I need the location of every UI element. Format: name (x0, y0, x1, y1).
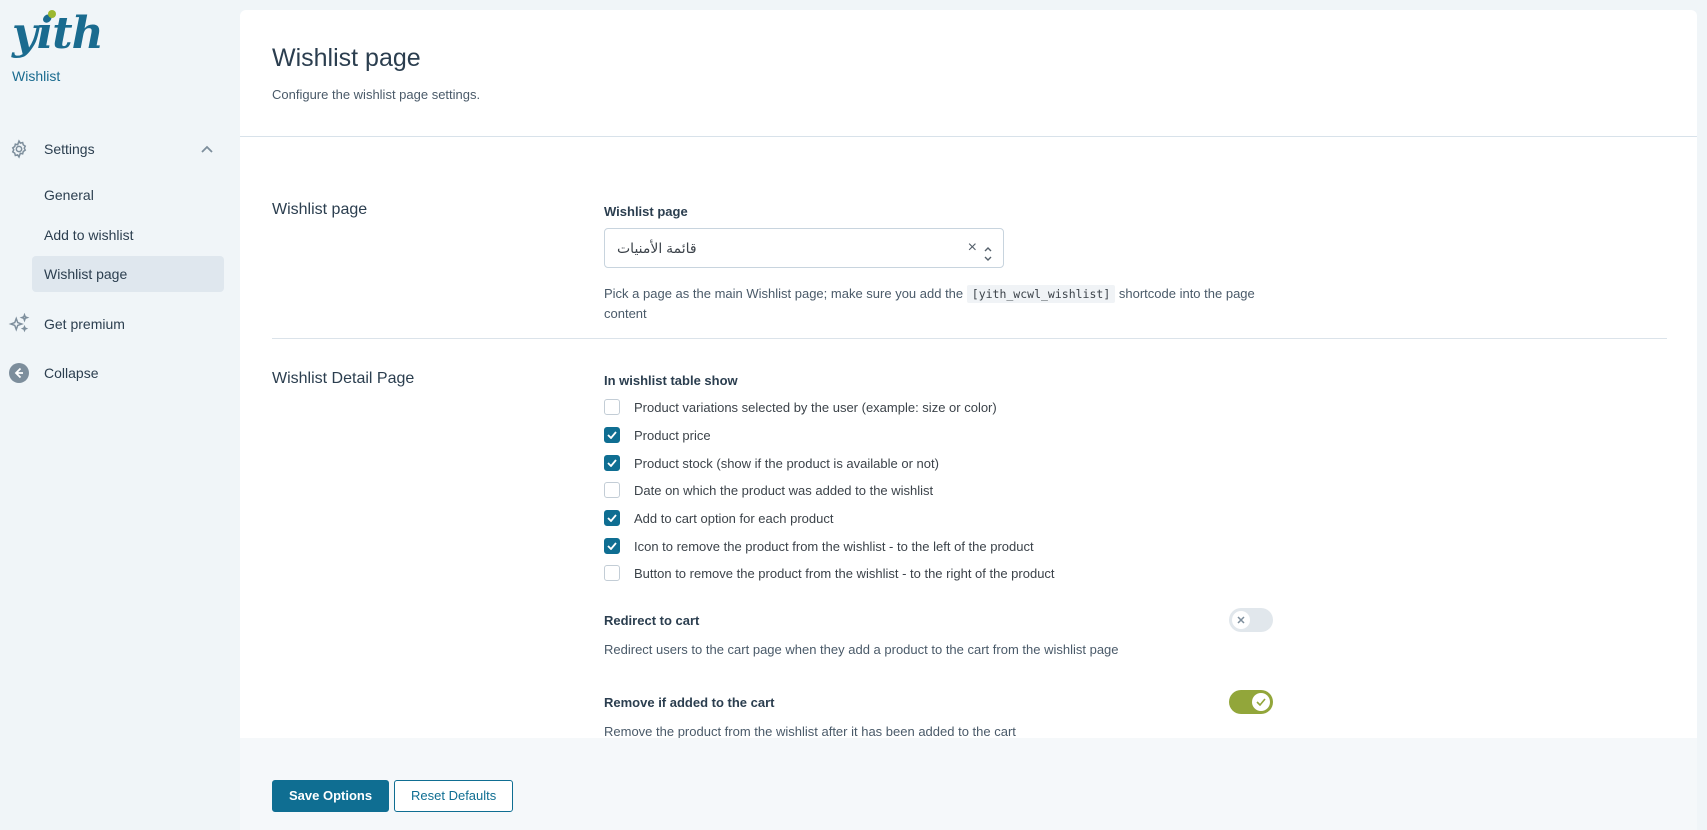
chevron-up-icon[interactable] (200, 142, 214, 159)
checkbox-label: Add to cart option for each product (634, 510, 834, 526)
wishlist-page-field-label: Wishlist page (604, 204, 688, 219)
sidebar: yith Wishlist Settings General Add to wi… (0, 0, 238, 830)
arrow-left-circle-icon (8, 362, 30, 384)
plugin-name: Wishlist (12, 68, 61, 84)
checkbox-checked[interactable] (604, 510, 620, 526)
section-title-detail-page: Wishlist Detail Page (272, 370, 415, 387)
sidebar-collapse-button[interactable]: Collapse (8, 362, 98, 384)
sparkle-icon (8, 313, 30, 335)
sidebar-subitem-wishlist-page[interactable]: Wishlist page (32, 256, 224, 292)
wishlist-table-option[interactable]: Icon to remove the product from the wish… (604, 538, 1034, 554)
checkbox-checked[interactable] (604, 455, 620, 471)
checkbox-unchecked[interactable] (604, 482, 620, 498)
checkbox-label: Product variations selected by the user … (634, 399, 997, 415)
checkbox-unchecked[interactable] (604, 565, 620, 581)
sidebar-item-settings[interactable]: Settings (8, 138, 214, 160)
wishlist-table-option[interactable]: Date on which the product was added to t… (604, 482, 933, 498)
checkbox-label: Button to remove the product from the wi… (634, 565, 1055, 581)
select-value: قائمة الأمنيات (617, 240, 697, 256)
checkbox-checked[interactable] (604, 427, 620, 443)
redirect-to-cart-label: Redirect to cart (604, 613, 700, 628)
redirect-to-cart-desc: Redirect users to the cart page when the… (604, 642, 1119, 657)
sidebar-subitem-general[interactable]: General (32, 177, 224, 213)
section-divider (272, 338, 1667, 339)
sidebar-item-label: Settings (44, 141, 95, 157)
wishlist-table-option[interactable]: Product stock (show if the product is av… (604, 455, 939, 471)
page-title: Wishlist page (272, 44, 421, 72)
sidebar-subitem-add-to-wishlist[interactable]: Add to wishlist (32, 217, 224, 253)
wishlist-table-option[interactable]: Add to cart option for each product (604, 510, 833, 526)
checkbox-label: Product price (634, 427, 711, 443)
wishlist-table-option[interactable]: Product price (604, 427, 711, 443)
wishlist-table-label: In wishlist table show (604, 373, 738, 388)
footer-actions: Save Options Reset Defaults (240, 738, 1697, 830)
help-text-before: Pick a page as the main Wishlist page; m… (604, 286, 964, 301)
clear-icon[interactable]: × (968, 229, 977, 267)
remove-if-added-toggle[interactable] (1229, 690, 1273, 714)
section-title-wishlist-page: Wishlist page (272, 201, 368, 218)
checkbox-checked[interactable] (604, 538, 620, 554)
page-description: Configure the wishlist page settings. (272, 87, 481, 102)
toggle-knob (1252, 693, 1270, 711)
redirect-to-cart-toggle[interactable] (1229, 608, 1273, 632)
toggle-knob (1232, 611, 1250, 629)
select-arrows-icon (983, 239, 993, 277)
shortcode: [yith_wcwl_wishlist] (966, 285, 1116, 303)
checkbox-label: Icon to remove the product from the wish… (634, 538, 1034, 554)
page-header: Wishlist page Configure the wishlist pag… (240, 10, 1697, 137)
reset-defaults-button[interactable]: Reset Defaults (394, 780, 514, 812)
checkbox-unchecked[interactable] (604, 399, 620, 415)
wishlist-page-help: Pick a page as the main Wishlist page; m… (604, 284, 1264, 324)
sidebar-item-get-premium[interactable]: Get premium (8, 313, 125, 335)
wishlist-table-option[interactable]: Button to remove the product from the wi… (604, 565, 1055, 581)
sidebar-item-label: Collapse (44, 365, 99, 381)
logo-dot (48, 10, 56, 18)
sidebar-item-label: Get premium (44, 316, 125, 332)
remove-if-added-label: Remove if added to the cart (604, 695, 775, 710)
wishlist-page-select[interactable]: قائمة الأمنيات × (604, 228, 1004, 268)
wishlist-table-option[interactable]: Product variations selected by the user … (604, 399, 997, 415)
save-options-button[interactable]: Save Options (272, 780, 390, 812)
checkbox-label: Date on which the product was added to t… (634, 482, 934, 498)
main-panel: Wishlist page Configure the wishlist pag… (240, 10, 1697, 830)
yith-logo[interactable]: yith (12, 6, 104, 62)
checkbox-label: Product stock (show if the product is av… (634, 455, 939, 471)
gear-icon (8, 138, 30, 160)
